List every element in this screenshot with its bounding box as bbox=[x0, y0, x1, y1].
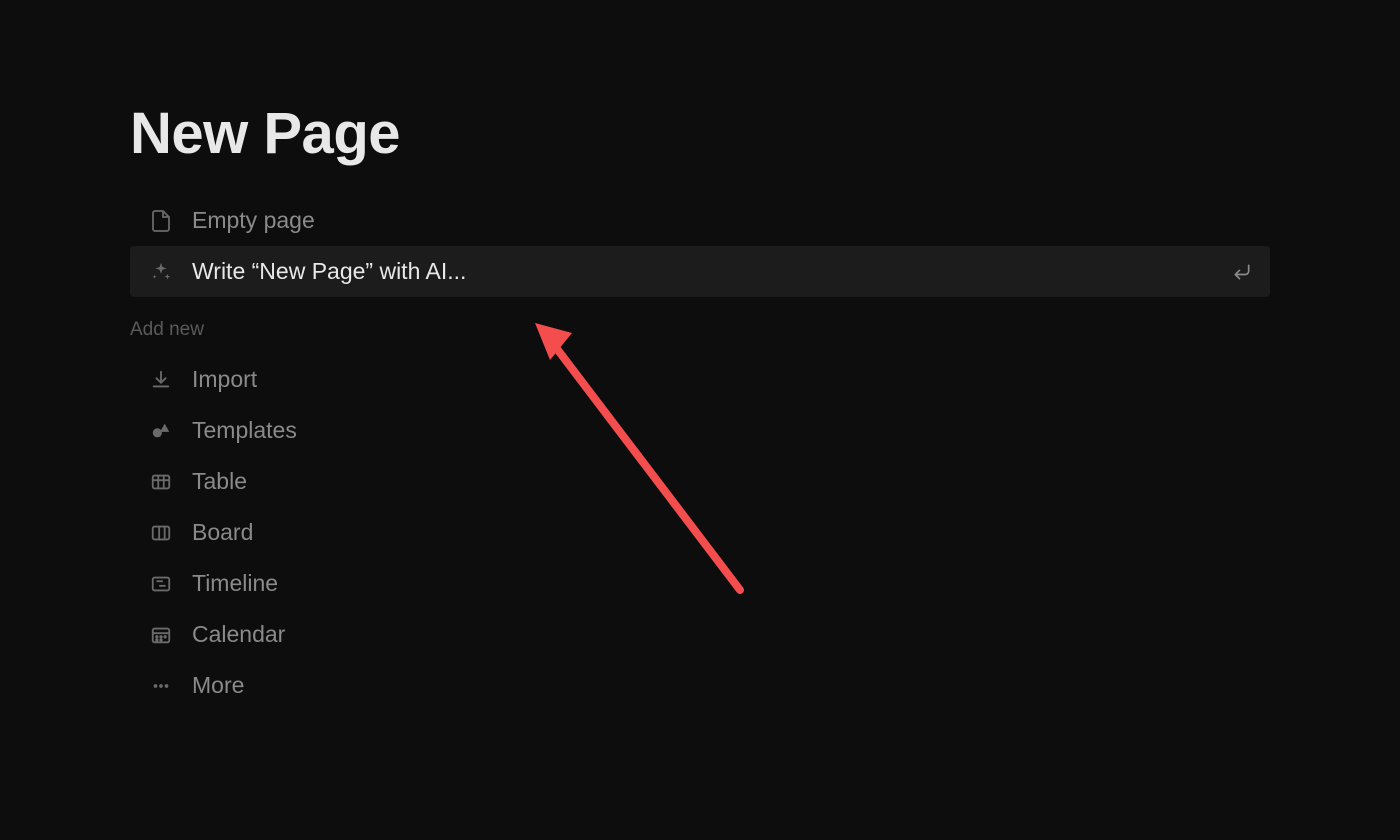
add-new-list: Import Templates Table bbox=[130, 355, 1270, 710]
calendar-icon bbox=[148, 622, 174, 648]
section-header-add-new: Add new bbox=[130, 297, 1270, 355]
timeline-icon bbox=[148, 571, 174, 597]
options-list: Empty page Write “New Page” with AI... bbox=[130, 195, 1270, 297]
page-icon bbox=[148, 208, 174, 234]
templates-icon bbox=[148, 418, 174, 444]
option-label: Empty page bbox=[192, 207, 1252, 234]
add-label: Import bbox=[192, 366, 257, 393]
add-label: Board bbox=[192, 519, 253, 546]
option-label: Write “New Page” with AI... bbox=[192, 258, 1214, 285]
add-board[interactable]: Board bbox=[130, 508, 1270, 557]
add-timeline[interactable]: Timeline bbox=[130, 559, 1270, 608]
table-icon bbox=[148, 469, 174, 495]
add-table[interactable]: Table bbox=[130, 457, 1270, 506]
add-calendar[interactable]: Calendar bbox=[130, 610, 1270, 659]
page-container: New Page Empty page Write “New Page” wit… bbox=[0, 0, 1400, 710]
add-label: Calendar bbox=[192, 621, 285, 648]
add-more[interactable]: More bbox=[130, 661, 1270, 710]
add-label: Table bbox=[192, 468, 247, 495]
sparkle-icon bbox=[148, 259, 174, 285]
add-label: Templates bbox=[192, 417, 297, 444]
board-icon bbox=[148, 520, 174, 546]
option-ai-write[interactable]: Write “New Page” with AI... bbox=[130, 246, 1270, 297]
add-import[interactable]: Import bbox=[130, 355, 1270, 404]
add-label: Timeline bbox=[192, 570, 278, 597]
add-label: More bbox=[192, 672, 244, 699]
option-empty-page[interactable]: Empty page bbox=[130, 195, 1270, 246]
enter-key-icon bbox=[1232, 262, 1252, 282]
add-templates[interactable]: Templates bbox=[130, 406, 1270, 455]
import-icon bbox=[148, 367, 174, 393]
page-title[interactable]: New Page bbox=[130, 100, 1270, 167]
more-icon bbox=[148, 673, 174, 699]
